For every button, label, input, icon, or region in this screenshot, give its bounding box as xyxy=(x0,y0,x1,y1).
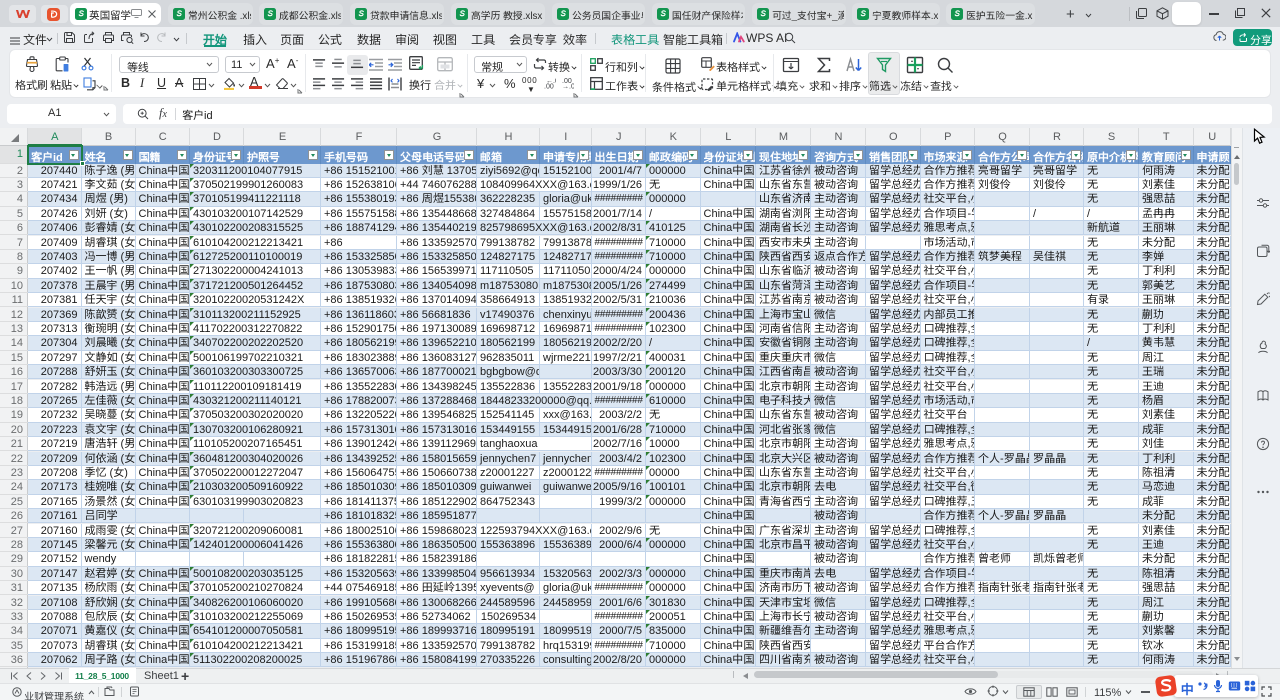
svg-text:.00: .00 xyxy=(544,84,554,90)
svg-text:→.0: →.0 xyxy=(562,84,574,90)
